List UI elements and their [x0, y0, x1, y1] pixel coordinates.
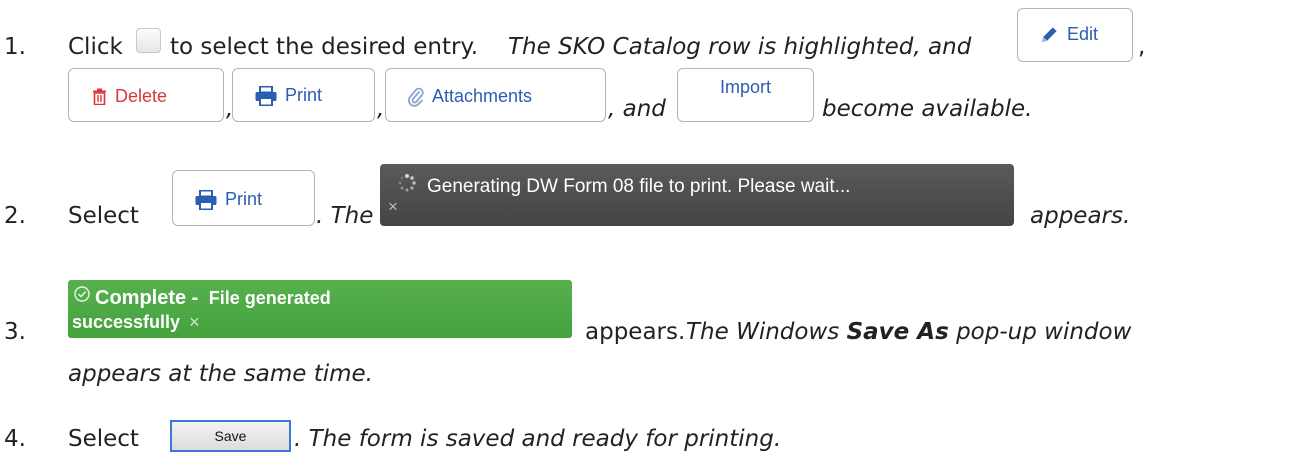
complete-message-line2: successfully	[72, 312, 181, 332]
step-text: Click	[68, 34, 123, 60]
step-text: , and	[608, 96, 666, 122]
generating-toast: Generating DW Form 08 file to print. Ple…	[380, 164, 1014, 226]
spinner-icon	[398, 174, 416, 192]
complete-message: File generated	[208, 288, 331, 308]
save-button[interactable]: Save	[170, 420, 291, 452]
print-button[interactable]: Print	[232, 68, 375, 122]
step-text: to select the desired entry.	[170, 34, 479, 60]
print-label: Print	[225, 189, 263, 209]
edit-label: Edit	[1067, 24, 1099, 44]
import-label: Import	[720, 77, 772, 97]
trash-icon	[93, 88, 106, 105]
step-note: become available.	[822, 96, 1033, 122]
step-number: 2.	[4, 203, 26, 229]
import-button[interactable]: Import	[677, 68, 814, 122]
step-note: appears at the same time.	[68, 361, 373, 387]
step-note: . The form is saved and ready for printi…	[294, 426, 782, 452]
paperclip-icon	[408, 87, 424, 107]
pencil-icon	[1041, 27, 1057, 43]
print-button[interactable]: Print	[172, 170, 315, 226]
close-icon[interactable]: ×	[189, 312, 200, 332]
delete-button[interactable]: Delete	[68, 68, 224, 122]
save-as-label: Save As	[846, 319, 949, 345]
generating-message: Generating DW Form 08 file to print. Ple…	[427, 176, 851, 197]
step-note: pop-up window	[956, 319, 1132, 345]
step-text: . The	[316, 203, 374, 229]
complete-title: Complete -	[95, 287, 199, 309]
step-note: The SKO Catalog row is highlighted, and	[508, 34, 972, 60]
printer-icon	[255, 85, 277, 106]
step-note: The Windows	[686, 319, 840, 345]
step-text: appears.	[1030, 203, 1131, 229]
separator: ,	[377, 96, 385, 122]
delete-label: Delete	[115, 86, 168, 106]
step-text: appears.	[585, 319, 686, 345]
complete-toast: Complete - File generated successfully ×	[68, 280, 572, 338]
step-number: 4.	[4, 426, 26, 452]
attachments-button[interactable]: Attachments	[385, 68, 606, 122]
step-number: 3.	[4, 319, 26, 345]
close-icon[interactable]: ×	[388, 198, 398, 215]
step-number: 1.	[4, 34, 26, 60]
step-text: Select	[68, 203, 139, 229]
checkbox-icon[interactable]	[136, 28, 161, 53]
step-text: Select	[68, 426, 139, 452]
separator: ,	[1138, 34, 1146, 60]
print-label: Print	[285, 85, 323, 105]
attachments-label: Attachments	[432, 86, 533, 106]
edit-button[interactable]: Edit	[1017, 8, 1133, 62]
printer-icon	[195, 189, 217, 210]
check-circle-icon	[74, 286, 90, 302]
